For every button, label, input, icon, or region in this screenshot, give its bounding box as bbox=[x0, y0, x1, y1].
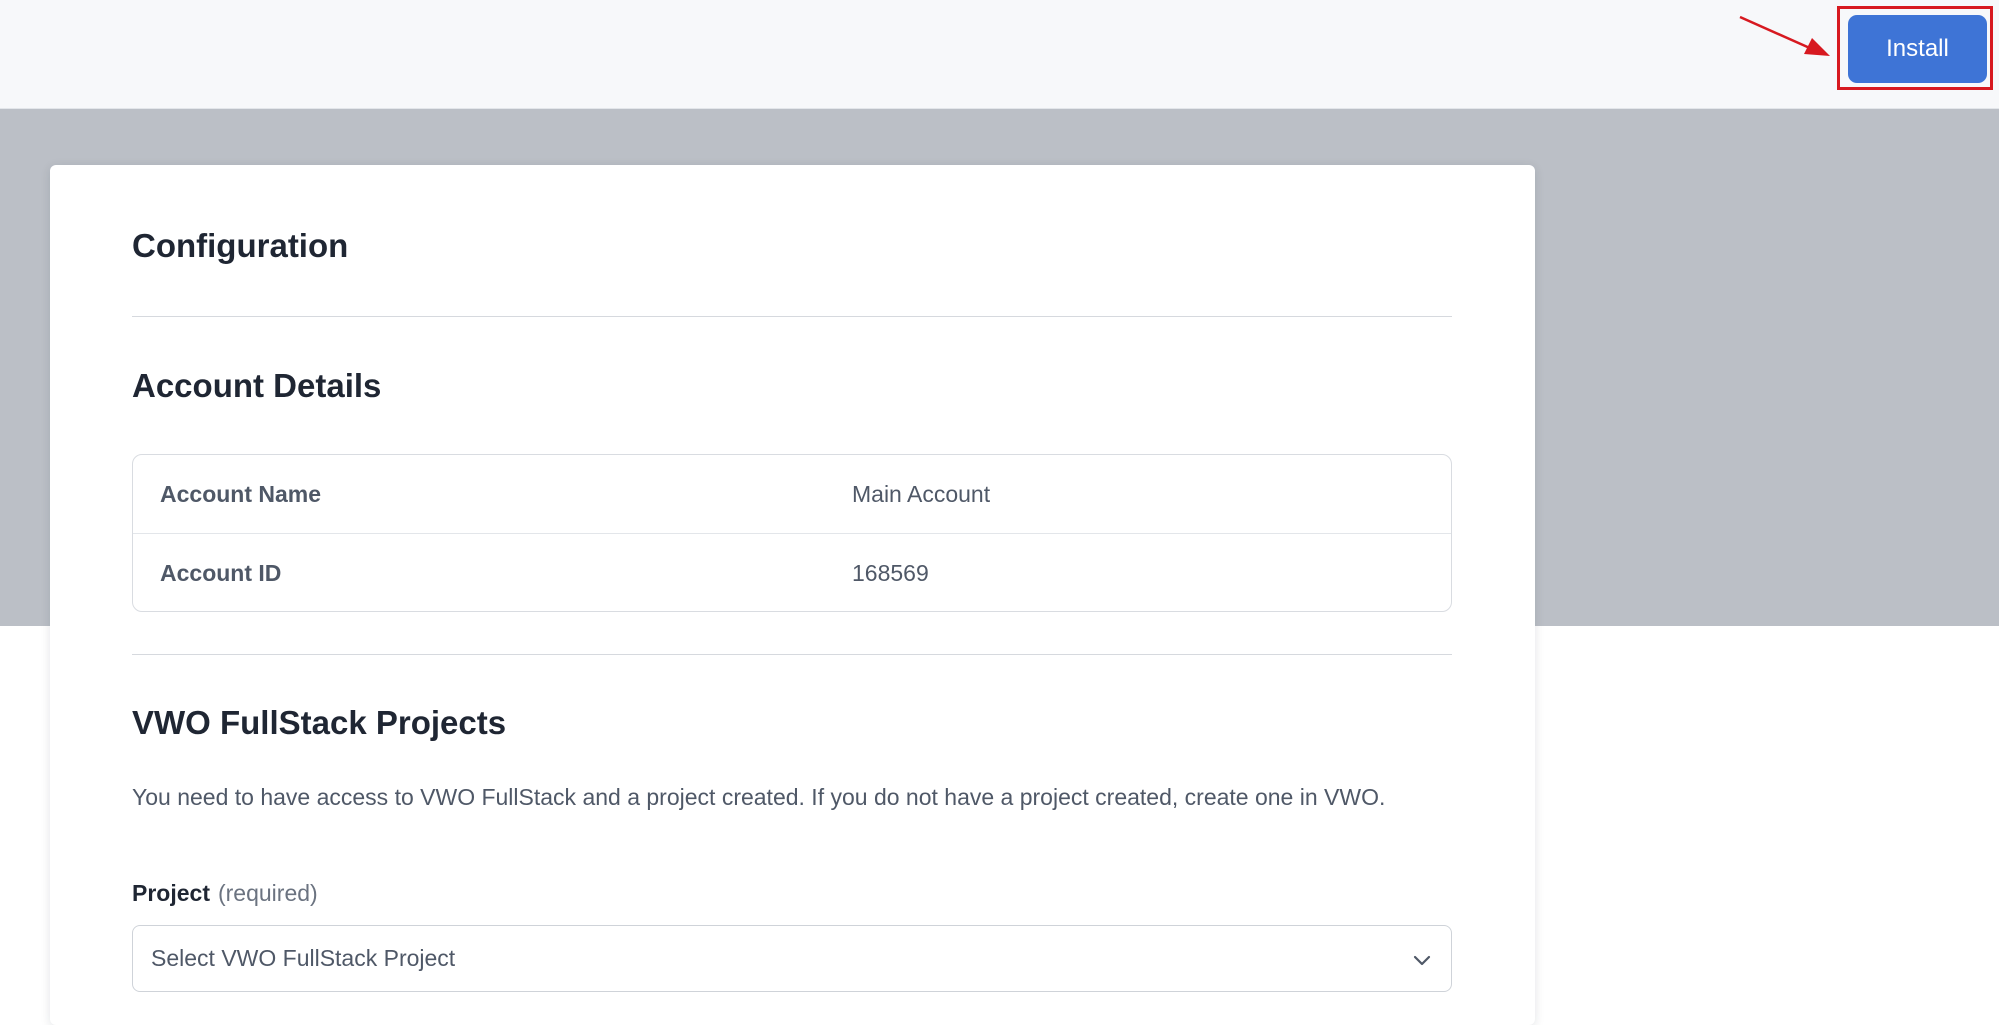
account-id-value: 168569 bbox=[852, 560, 929, 586]
account-id-row: Account ID 168569 bbox=[133, 534, 1451, 611]
projects-description: You need to have access to VWO FullStack… bbox=[132, 784, 1386, 810]
project-label: Project bbox=[132, 880, 210, 906]
account-name-value: Main Account bbox=[852, 481, 991, 507]
configuration-title: Configuration bbox=[132, 227, 349, 264]
account-id-label: Account ID bbox=[160, 560, 282, 586]
section-divider bbox=[132, 316, 1452, 317]
annotation-arrow-icon bbox=[1739, 15, 1830, 56]
account-name-label: Account Name bbox=[160, 481, 322, 507]
project-field-label: Project (required) bbox=[132, 877, 318, 909]
account-details-table: Account Name Main Account Account ID 168… bbox=[132, 454, 1452, 612]
chevron-down-icon bbox=[1413, 955, 1431, 966]
account-details-title: Account Details bbox=[132, 367, 382, 404]
required-hint: (required) bbox=[217, 880, 318, 906]
project-select[interactable]: Select VWO FullStack Project bbox=[132, 925, 1452, 992]
install-button[interactable]: Install bbox=[1848, 15, 1987, 83]
account-name-row: Account Name Main Account bbox=[133, 455, 1451, 534]
project-select-placeholder: Select VWO FullStack Project bbox=[151, 945, 456, 971]
projects-title: VWO FullStack Projects bbox=[132, 704, 507, 741]
section-divider bbox=[132, 654, 1452, 655]
top-bar bbox=[0, 0, 1999, 109]
